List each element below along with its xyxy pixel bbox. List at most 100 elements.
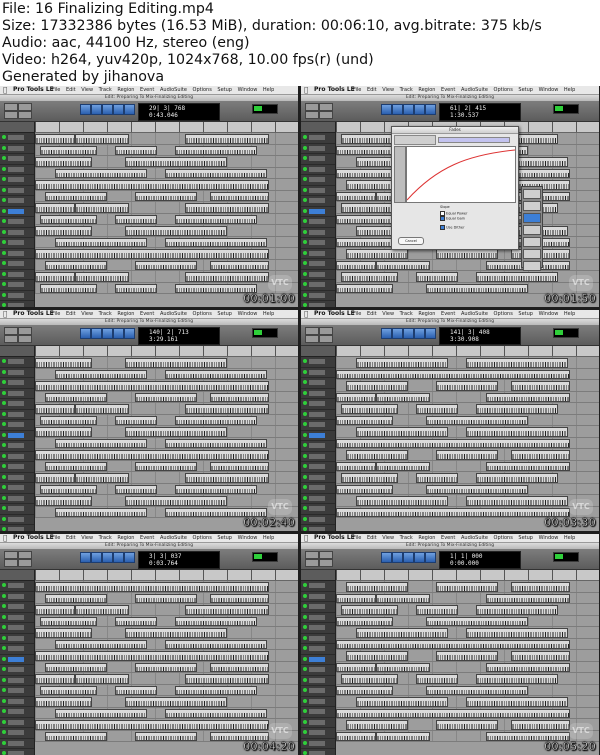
fade-shape-option[interactable] bbox=[523, 189, 541, 199]
track-lane[interactable] bbox=[35, 179, 298, 191]
track-lane[interactable] bbox=[336, 581, 599, 593]
audio-region[interactable] bbox=[336, 392, 376, 402]
track-name-tag[interactable] bbox=[309, 198, 325, 203]
track-lane[interactable] bbox=[35, 581, 298, 593]
track-name-tag[interactable] bbox=[309, 740, 325, 746]
track-list-item[interactable] bbox=[0, 749, 34, 755]
track-list-item[interactable] bbox=[301, 431, 335, 441]
track-list-item[interactable] bbox=[0, 697, 34, 707]
track-list-item[interactable] bbox=[301, 644, 335, 655]
track-active-led[interactable] bbox=[2, 271, 6, 276]
track-active-led[interactable] bbox=[2, 411, 6, 416]
track-lane[interactable] bbox=[336, 627, 599, 639]
track-list-item[interactable] bbox=[0, 676, 34, 686]
audio-region[interactable] bbox=[35, 674, 75, 684]
track-list-item[interactable] bbox=[0, 707, 34, 718]
track-active-led[interactable] bbox=[2, 261, 6, 265]
audio-region[interactable] bbox=[466, 697, 568, 707]
track-active-led[interactable] bbox=[303, 229, 307, 234]
track-name-tag[interactable] bbox=[309, 303, 325, 307]
track-active-led[interactable] bbox=[303, 751, 307, 755]
audio-region[interactable] bbox=[336, 685, 393, 695]
selector-tool-button[interactable] bbox=[403, 328, 414, 339]
track-active-led[interactable] bbox=[303, 506, 307, 510]
audio-region[interactable] bbox=[115, 484, 157, 494]
track-active-led[interactable] bbox=[303, 261, 307, 265]
grabber-tool-button[interactable] bbox=[414, 552, 425, 563]
grid-mode-button[interactable] bbox=[18, 111, 32, 119]
apple-icon[interactable]:  bbox=[304, 86, 308, 94]
track-active-led[interactable] bbox=[2, 390, 6, 395]
track-name-tag[interactable] bbox=[8, 292, 24, 298]
track-name-tag[interactable] bbox=[8, 583, 24, 588]
grid-mode-button[interactable] bbox=[319, 335, 333, 343]
audio-region[interactable] bbox=[55, 168, 147, 178]
app-name[interactable]: Pro Tools LE bbox=[13, 534, 54, 542]
track-lane[interactable] bbox=[35, 144, 298, 156]
track-list-item[interactable] bbox=[0, 238, 34, 249]
audio-region[interactable] bbox=[336, 283, 393, 293]
track-list-item[interactable] bbox=[0, 165, 34, 175]
track-active-led[interactable] bbox=[303, 593, 307, 598]
shuffle-mode-button[interactable] bbox=[4, 103, 18, 111]
track-list-item[interactable] bbox=[0, 581, 34, 592]
audio-region[interactable] bbox=[125, 157, 227, 167]
track-list-item[interactable] bbox=[301, 217, 335, 228]
track-list-item[interactable] bbox=[0, 483, 34, 494]
trim-tool-button[interactable] bbox=[91, 552, 102, 563]
track-lane[interactable] bbox=[35, 403, 298, 415]
track-active-led[interactable] bbox=[2, 443, 6, 447]
audio-region[interactable] bbox=[466, 628, 568, 638]
track-name-tag[interactable] bbox=[309, 635, 325, 641]
spot-mode-button[interactable] bbox=[4, 335, 18, 343]
audio-region[interactable] bbox=[341, 404, 398, 414]
fade-curve[interactable] bbox=[407, 149, 515, 201]
audio-region[interactable] bbox=[175, 214, 257, 224]
track-active-led[interactable] bbox=[303, 240, 307, 244]
app-menus[interactable]: File Edit View Track Region Event AudioS… bbox=[353, 86, 575, 94]
track-active-led[interactable] bbox=[2, 646, 6, 650]
track-active-led[interactable] bbox=[2, 156, 6, 160]
track-name-tag[interactable] bbox=[8, 698, 24, 704]
track-name-tag[interactable] bbox=[309, 730, 325, 735]
audio-region[interactable] bbox=[486, 392, 570, 402]
app-name[interactable]: Pro Tools LE bbox=[13, 310, 54, 318]
track-list-item[interactable] bbox=[301, 259, 335, 270]
track-lane[interactable] bbox=[35, 133, 298, 145]
pencil-tool-button[interactable] bbox=[124, 104, 135, 115]
track-lane[interactable] bbox=[336, 707, 599, 719]
app-menus[interactable]: File Edit View Track Region Event AudioS… bbox=[353, 310, 575, 318]
audio-region[interactable] bbox=[125, 226, 227, 236]
track-name-tag[interactable] bbox=[8, 229, 24, 235]
track-name-tag[interactable] bbox=[8, 187, 24, 193]
track-list-item[interactable] bbox=[0, 291, 34, 301]
app-menus[interactable]: File Edit View Track Region Event AudioS… bbox=[52, 534, 274, 542]
track-active-led[interactable] bbox=[303, 464, 307, 468]
audio-region[interactable] bbox=[336, 260, 376, 270]
track-name-tag[interactable] bbox=[309, 614, 325, 620]
track-active-led[interactable] bbox=[2, 751, 6, 755]
audio-region[interactable] bbox=[35, 358, 92, 368]
track-lane[interactable] bbox=[336, 259, 599, 271]
audio-region[interactable] bbox=[165, 237, 267, 247]
track-lane[interactable] bbox=[35, 495, 298, 507]
track-list-item[interactable] bbox=[0, 270, 34, 280]
track-name-tag[interactable] bbox=[309, 443, 325, 448]
audio-region[interactable] bbox=[35, 272, 75, 282]
use-dither-option[interactable]: Use Dither bbox=[440, 225, 465, 230]
app-menus[interactable]: File Edit View Track Region Event AudioS… bbox=[353, 534, 575, 542]
track-list-item[interactable] bbox=[301, 399, 335, 410]
timeline-ruler[interactable] bbox=[336, 346, 599, 357]
audio-region[interactable] bbox=[35, 628, 92, 638]
pencil-tool-button[interactable] bbox=[124, 328, 135, 339]
track-lane[interactable] bbox=[35, 615, 298, 627]
audio-region[interactable] bbox=[165, 369, 267, 379]
audio-region[interactable] bbox=[346, 720, 408, 730]
timeline-ruler[interactable] bbox=[35, 122, 298, 133]
shuffle-mode-button[interactable] bbox=[305, 103, 319, 111]
audio-region[interactable] bbox=[55, 507, 147, 517]
track-name-tag[interactable] bbox=[8, 688, 24, 693]
audio-region[interactable] bbox=[75, 203, 129, 213]
track-lane[interactable] bbox=[35, 167, 298, 179]
track-active-led[interactable] bbox=[2, 432, 6, 437]
